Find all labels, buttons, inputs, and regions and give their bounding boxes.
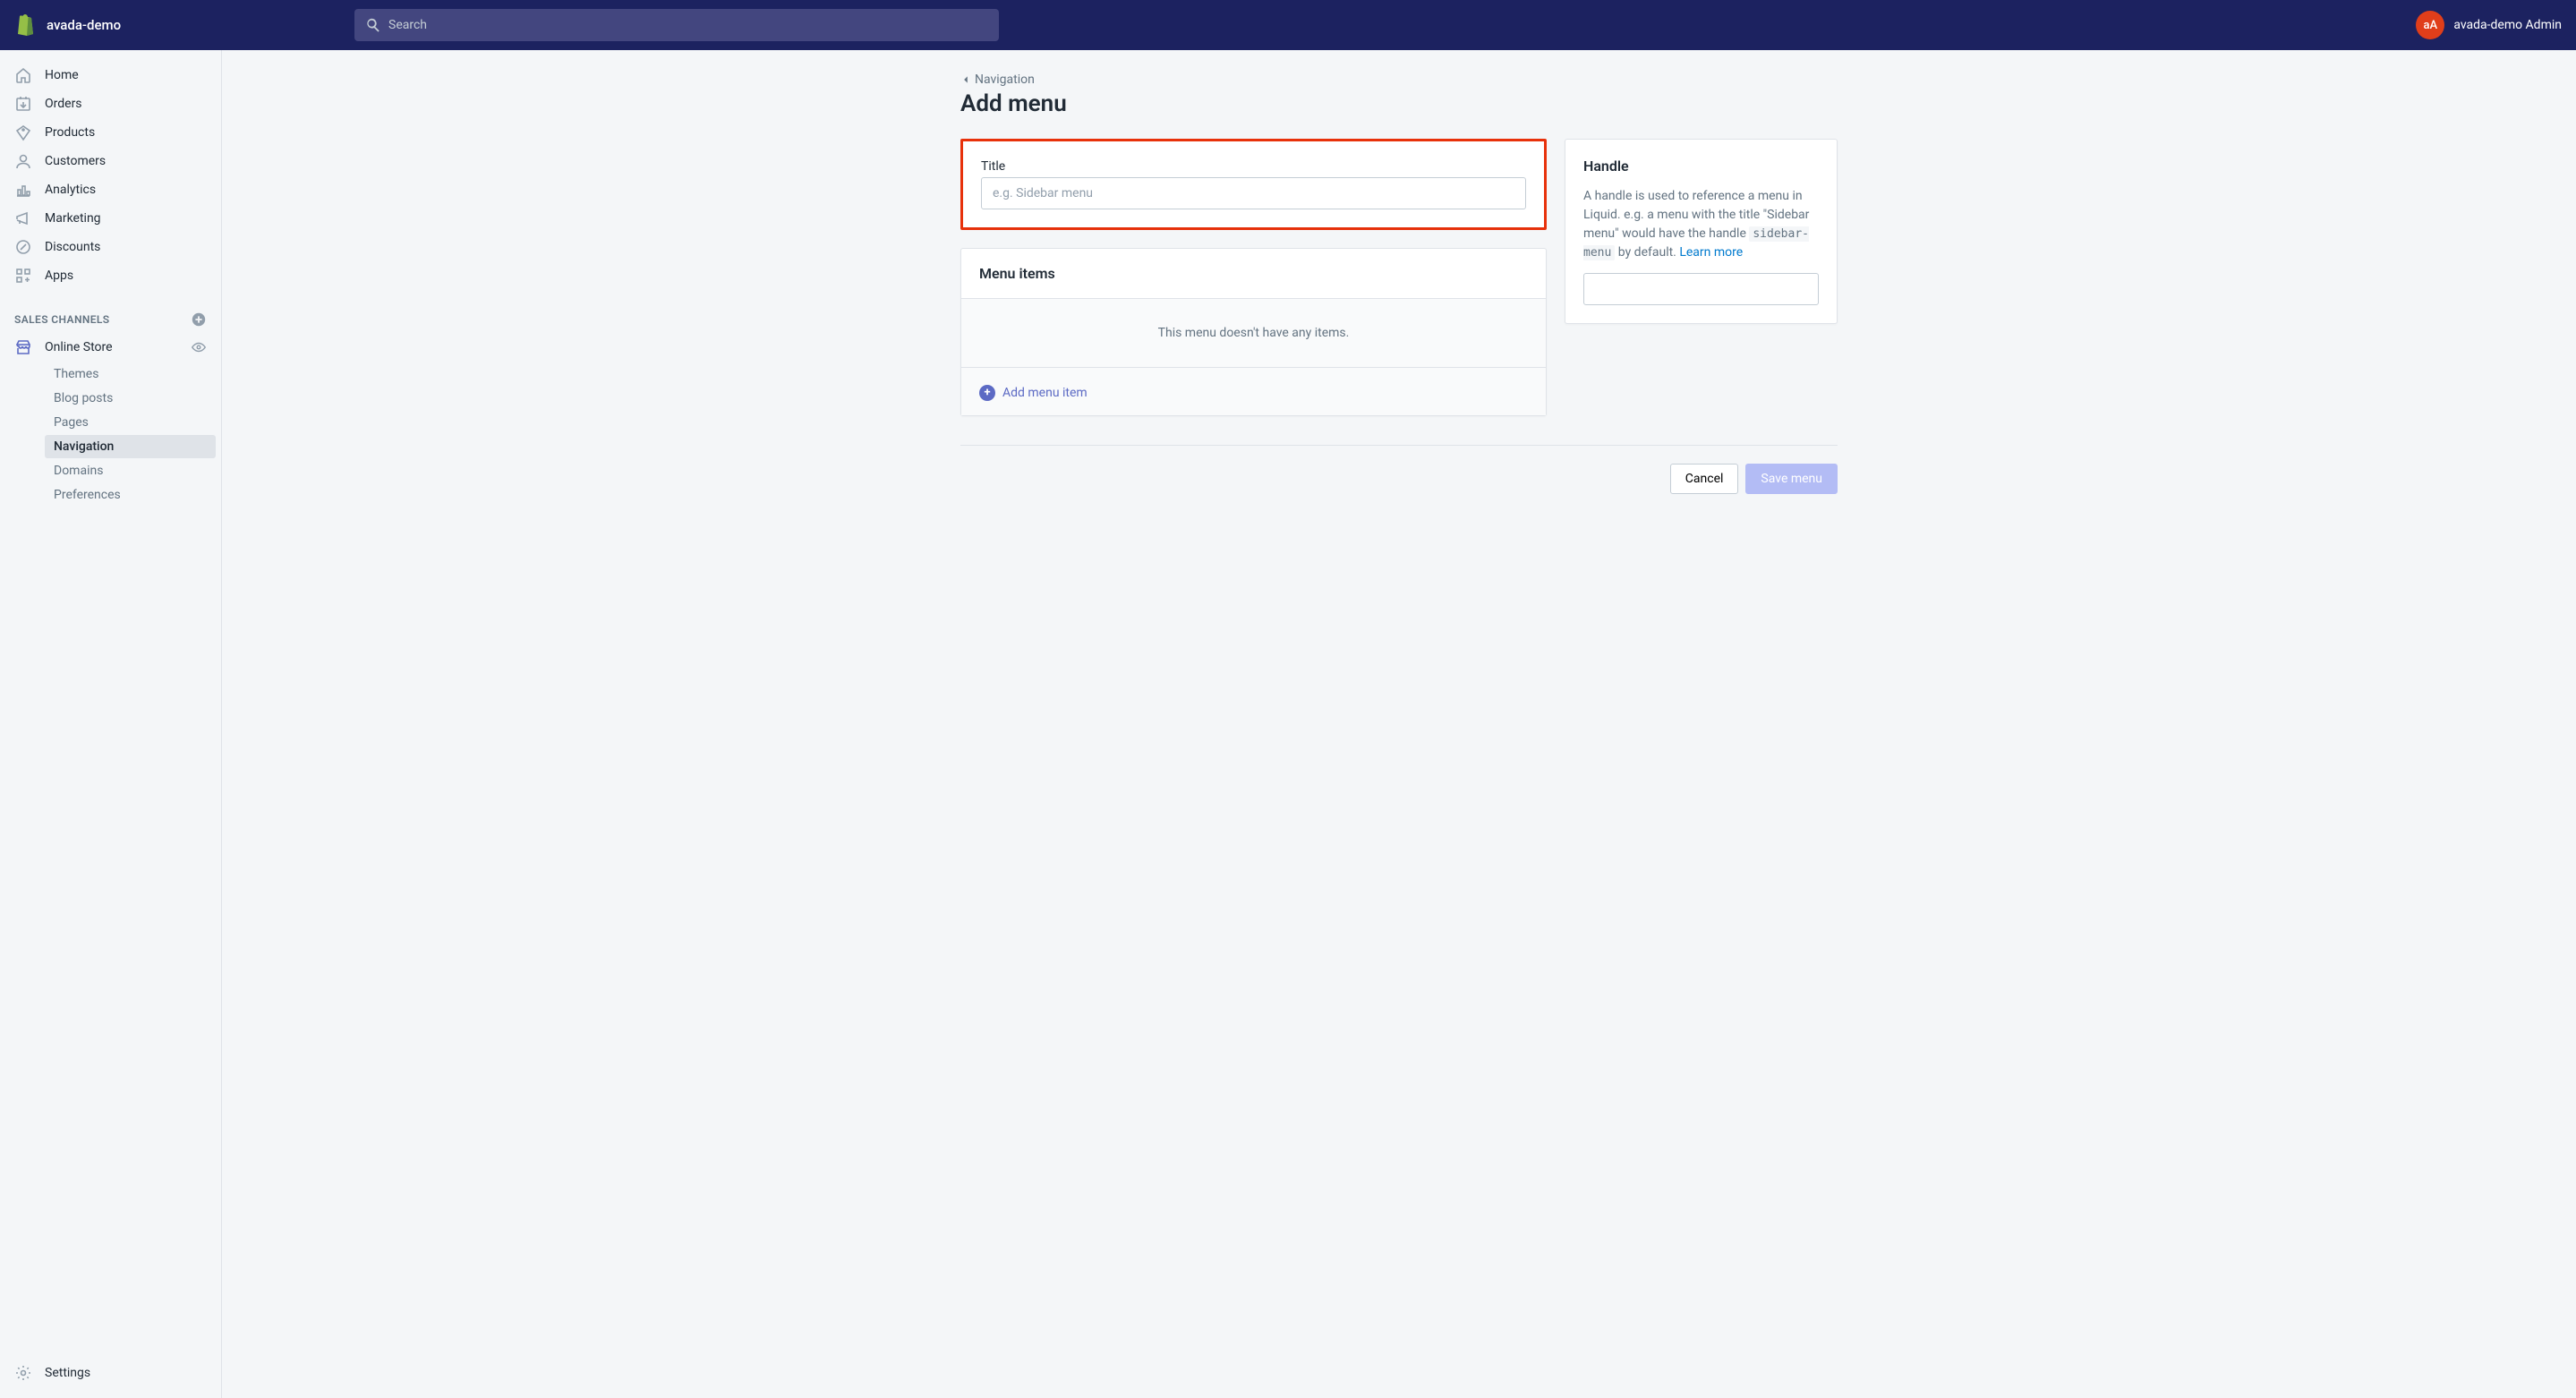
page-title: Add menu [960, 90, 1838, 117]
handle-input[interactable] [1583, 273, 1819, 305]
sidebar-item-discounts[interactable]: Discounts [0, 233, 221, 261]
apps-icon [14, 267, 32, 285]
search-icon [365, 17, 381, 33]
sidebar-item-online-store[interactable]: Online Store [0, 333, 221, 362]
subnav-navigation[interactable]: Navigation [45, 435, 216, 458]
subnav-pages[interactable]: Pages [45, 411, 216, 434]
save-menu-button[interactable]: Save menu [1745, 464, 1838, 494]
plus-circle-icon: + [979, 385, 995, 401]
customers-icon [14, 152, 32, 170]
handle-title: Handle [1583, 158, 1819, 175]
sidebar: Home Orders Products Customers Analytics… [0, 50, 222, 1398]
sidebar-footer: Settings [0, 1359, 221, 1398]
chevron-left-icon [960, 74, 971, 85]
sidebar-item-label: Customers [45, 154, 106, 168]
sidebar-item-settings[interactable]: Settings [0, 1359, 221, 1387]
eye-icon[interactable] [191, 339, 207, 355]
store-icon [14, 338, 32, 356]
subnav-themes[interactable]: Themes [45, 362, 216, 386]
main-content: Navigation Add menu Title [222, 50, 2576, 1398]
sales-channels-header: SALES CHANNELS [0, 306, 221, 333]
analytics-icon [14, 181, 32, 199]
gear-icon [14, 1364, 32, 1382]
shop-name[interactable]: avada-demo [47, 17, 121, 33]
sidebar-item-label: Discounts [45, 240, 100, 254]
topbar-left: avada-demo [14, 13, 354, 38]
sidebar-item-orders[interactable]: Orders [0, 90, 221, 118]
discounts-icon [14, 238, 32, 256]
page-actions: Cancel Save menu [960, 445, 1838, 494]
breadcrumb-label: Navigation [975, 72, 1035, 87]
handle-description: A handle is used to reference a menu in … [1583, 187, 1819, 262]
sidebar-item-apps[interactable]: Apps [0, 261, 221, 290]
sidebar-item-label: Online Store [45, 340, 113, 354]
sidebar-item-label: Settings [45, 1366, 90, 1380]
sidebar-item-marketing[interactable]: Marketing [0, 204, 221, 233]
topbar-right[interactable]: aA avada-demo Admin [2416, 11, 2562, 39]
products-icon [14, 124, 32, 141]
cancel-button[interactable]: Cancel [1670, 464, 1739, 494]
title-card-highlight: Title [960, 139, 1547, 230]
sidebar-item-label: Home [45, 68, 79, 82]
menu-items-card: Menu items This menu doesn't have any it… [960, 248, 1547, 416]
shopify-logo-icon [14, 13, 36, 38]
section-header-label: SALES CHANNELS [14, 313, 110, 326]
sidebar-item-label: Marketing [45, 211, 101, 226]
add-channel-icon[interactable] [191, 311, 207, 328]
sidebar-item-products[interactable]: Products [0, 118, 221, 147]
breadcrumb[interactable]: Navigation [960, 72, 1035, 87]
sidebar-item-analytics[interactable]: Analytics [0, 175, 221, 204]
handle-card: Handle A handle is used to reference a m… [1565, 139, 1838, 324]
sidebar-item-label: Orders [45, 97, 82, 111]
marketing-icon [14, 209, 32, 227]
sidebar-item-label: Products [45, 125, 95, 140]
sidebar-item-label: Apps [45, 269, 73, 283]
sidebar-item-home[interactable]: Home [0, 61, 221, 90]
search-wrap [354, 9, 999, 41]
sidebar-item-customers[interactable]: Customers [0, 147, 221, 175]
title-input[interactable] [981, 177, 1526, 209]
topbar: avada-demo aA avada-demo Admin [0, 0, 2576, 50]
user-name: avada-demo Admin [2453, 18, 2562, 32]
subnav-blog-posts[interactable]: Blog posts [45, 387, 216, 410]
avatar: aA [2416, 11, 2444, 39]
subnav-preferences[interactable]: Preferences [45, 483, 216, 507]
sidebar-item-label: Analytics [45, 183, 96, 197]
home-icon [14, 66, 32, 84]
learn-more-link[interactable]: Learn more [1679, 245, 1743, 260]
orders-icon [14, 95, 32, 113]
search-input[interactable] [354, 9, 999, 41]
menu-items-empty: This menu doesn't have any items. [961, 299, 1546, 367]
online-store-subnav: Themes Blog posts Pages Navigation Domai… [0, 362, 221, 507]
add-menu-item-label: Add menu item [1002, 386, 1088, 400]
add-menu-item-button[interactable]: + Add menu item [979, 385, 1088, 401]
title-field-label: Title [981, 159, 1526, 174]
menu-items-header: Menu items [961, 249, 1546, 299]
subnav-domains[interactable]: Domains [45, 459, 216, 482]
